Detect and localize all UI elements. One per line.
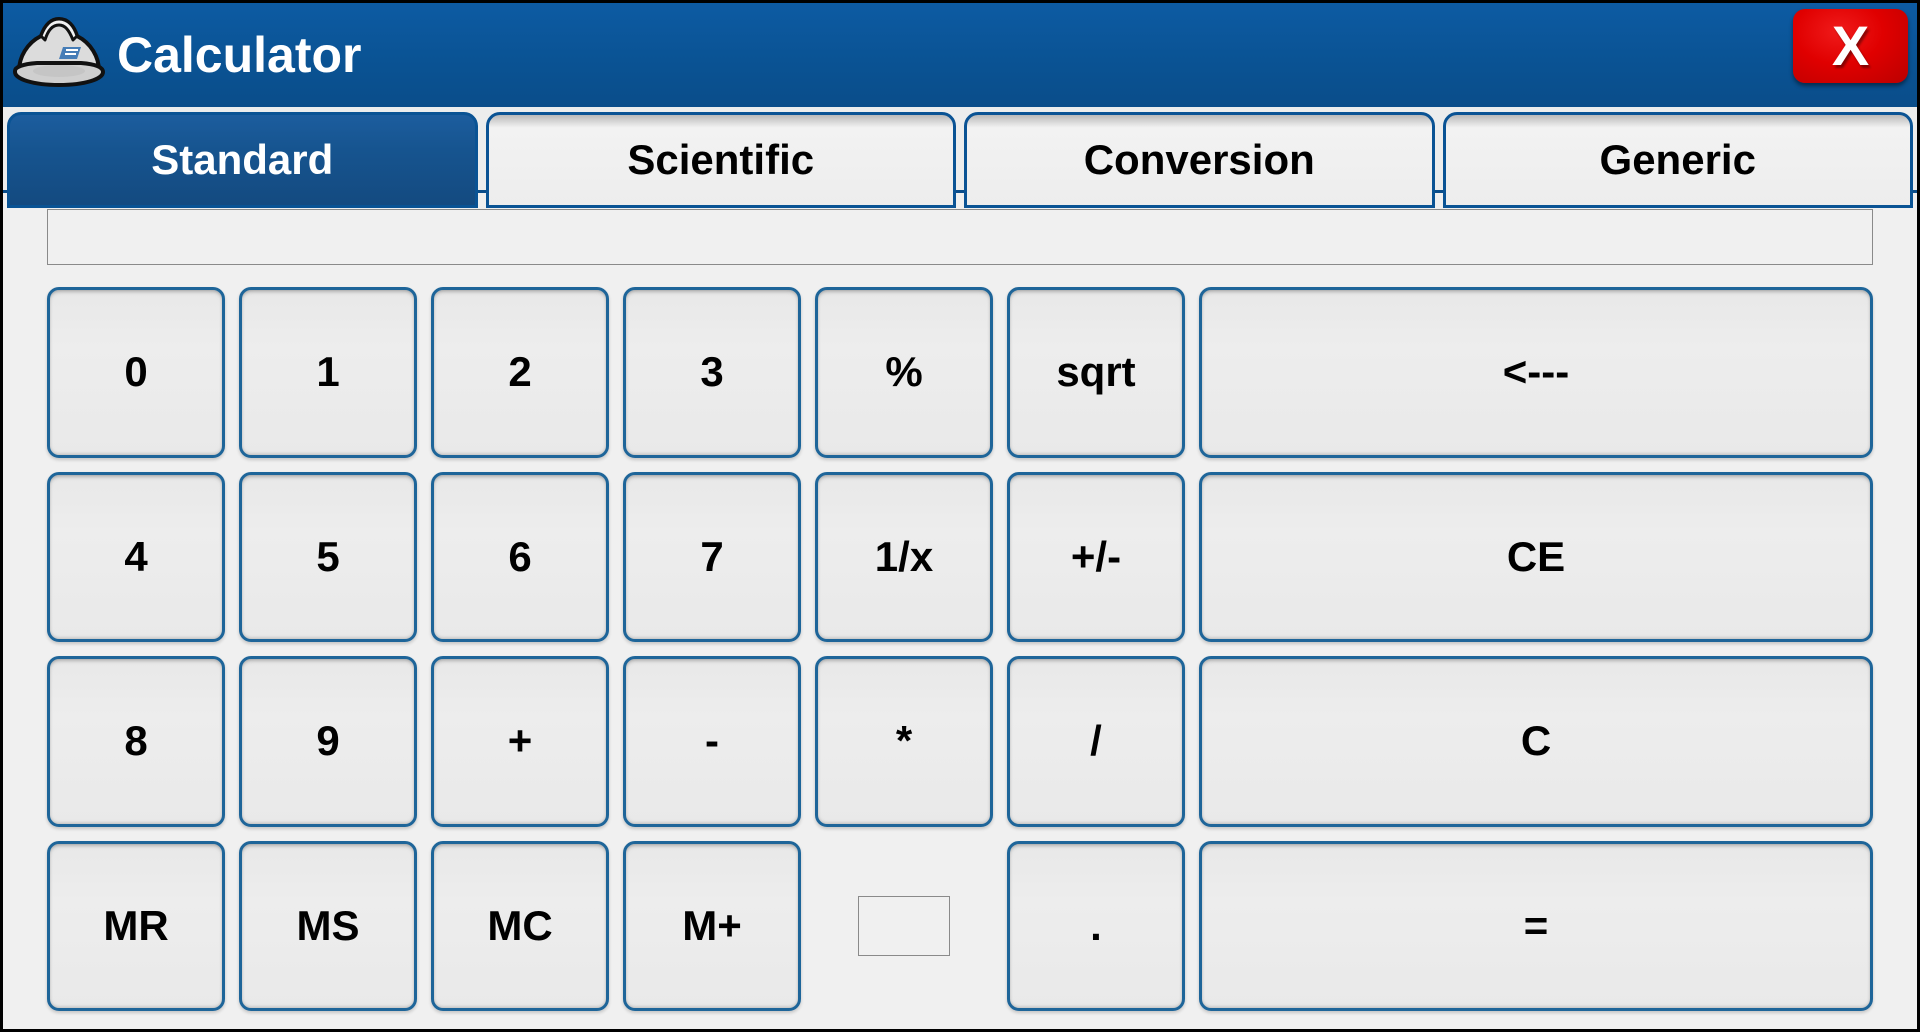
tab-label: Conversion <box>1083 136 1315 183</box>
key-minus[interactable]: - <box>623 656 801 827</box>
title-bar: Calculator X <box>3 3 1917 107</box>
calculator-window: Calculator X Standard Scientific Convers… <box>0 0 1920 1032</box>
tab-generic[interactable]: Generic <box>1442 112 1913 208</box>
tab-label: Generic <box>1599 136 1756 183</box>
tab-scientific[interactable]: Scientific <box>485 112 956 208</box>
close-icon: X <box>1831 14 1870 77</box>
hard-hat-icon <box>11 9 107 101</box>
page-title: Calculator <box>117 27 362 83</box>
key-sign-toggle[interactable]: +/- <box>1007 471 1185 642</box>
key-2[interactable]: 2 <box>431 287 609 458</box>
key-percent[interactable]: % <box>815 287 993 458</box>
keypad: 0 1 2 3 % sqrt <--- 4 5 6 7 1/x +/- CE 8… <box>47 287 1873 1011</box>
memory-input[interactable] <box>858 895 950 956</box>
key-4[interactable]: 4 <box>47 471 225 642</box>
key-memory-add[interactable]: M+ <box>623 840 801 1011</box>
key-7[interactable]: 7 <box>623 471 801 642</box>
tab-label: Scientific <box>627 136 815 183</box>
key-8[interactable]: 8 <box>47 656 225 827</box>
key-6[interactable]: 6 <box>431 471 609 642</box>
key-5[interactable]: 5 <box>239 471 417 642</box>
key-multiply[interactable]: * <box>815 656 993 827</box>
key-memory-clear[interactable]: MC <box>431 840 609 1011</box>
key-memory-recall[interactable]: MR <box>47 840 225 1011</box>
calculator-body: 0 1 2 3 % sqrt <--- 4 5 6 7 1/x +/- CE 8… <box>3 193 1917 1029</box>
key-clear[interactable]: C <box>1199 656 1873 827</box>
key-reciprocal[interactable]: 1/x <box>815 471 993 642</box>
key-decimal[interactable]: . <box>1007 840 1185 1011</box>
key-0[interactable]: 0 <box>47 287 225 458</box>
key-9[interactable]: 9 <box>239 656 417 827</box>
close-button[interactable]: X <box>1793 9 1908 83</box>
key-1[interactable]: 1 <box>239 287 417 458</box>
tab-standard[interactable]: Standard <box>7 112 478 208</box>
tab-conversion[interactable]: Conversion <box>964 112 1435 208</box>
display-input[interactable] <box>47 209 1873 265</box>
tab-bar: Standard Scientific Conversion Generic <box>3 107 1917 208</box>
tab-label: Standard <box>151 136 334 183</box>
key-divide[interactable]: / <box>1007 656 1185 827</box>
key-clear-entry[interactable]: CE <box>1199 471 1873 642</box>
key-3[interactable]: 3 <box>623 287 801 458</box>
memory-field-cell <box>815 841 993 1012</box>
key-sqrt[interactable]: sqrt <box>1007 287 1185 458</box>
key-equals[interactable]: = <box>1199 840 1873 1011</box>
key-memory-store[interactable]: MS <box>239 840 417 1011</box>
key-backspace[interactable]: <--- <box>1199 287 1873 458</box>
key-plus[interactable]: + <box>431 656 609 827</box>
